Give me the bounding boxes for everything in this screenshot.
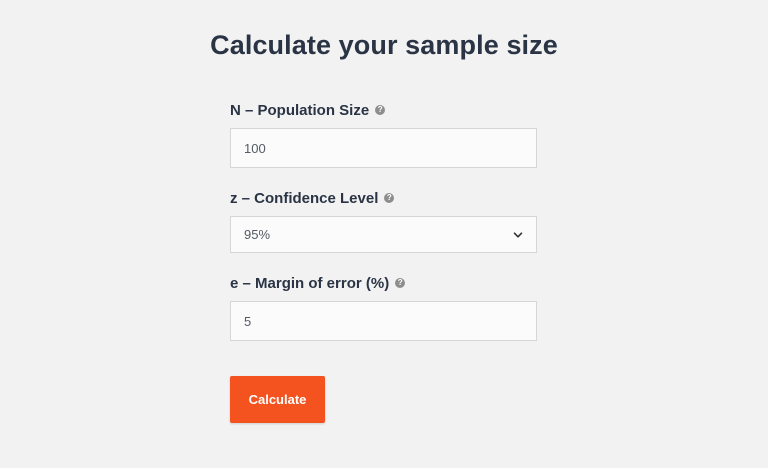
margin-of-error-label: e – Margin of error (%) ? (230, 273, 537, 293)
population-size-value: 100 (244, 140, 266, 156)
confidence-level-selected: 95% (244, 227, 271, 242)
margin-of-error-group: e – Margin of error (%) ? 5 (230, 273, 537, 341)
page-title: Calculate your sample size (210, 30, 558, 60)
question-circle-icon[interactable]: ? (395, 278, 406, 288)
population-size-input[interactable]: 100 (230, 128, 537, 168)
chevron-down-icon (513, 231, 523, 238)
calculate-button[interactable]: Calculate (230, 376, 325, 423)
margin-of-error-label-text: e – Margin of error (%) (230, 274, 390, 292)
question-circle-icon[interactable]: ? (375, 105, 386, 115)
calculator-page: Calculate your sample size N – Populatio… (0, 0, 768, 468)
margin-of-error-value: 5 (244, 313, 252, 329)
confidence-level-label-text: z – Confidence Level (230, 189, 379, 207)
confidence-level-group: z – Confidence Level ? 95% (230, 188, 537, 253)
question-circle-icon[interactable]: ? (384, 193, 395, 203)
confidence-level-select[interactable]: 95% (230, 216, 537, 253)
population-size-label: N – Population Size ? (230, 100, 537, 120)
confidence-level-label: z – Confidence Level ? (230, 188, 537, 208)
population-size-label-text: N – Population Size (230, 101, 370, 119)
margin-of-error-input[interactable]: 5 (230, 301, 537, 341)
population-size-group: N – Population Size ? 100 (230, 100, 537, 168)
